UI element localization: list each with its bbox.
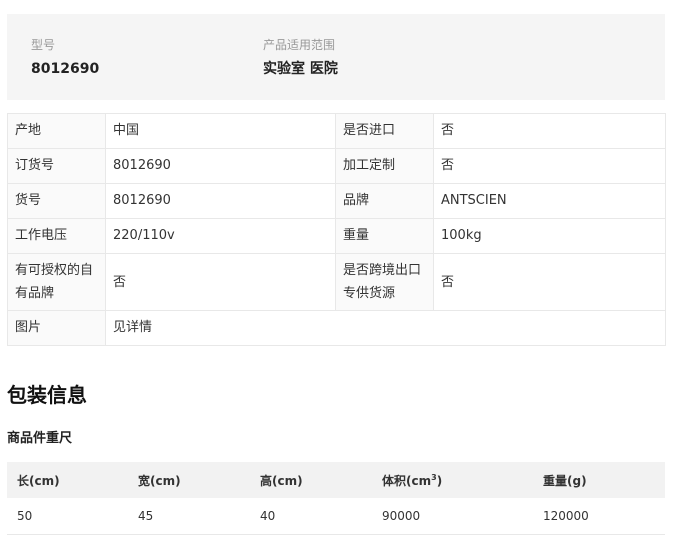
volume-header: 体积(cm3) <box>372 462 533 498</box>
spec-value: ANTSCIEN <box>433 183 666 219</box>
model-label: 型号 <box>31 38 56 52</box>
spec-value: 否 <box>433 113 666 149</box>
spec-key: 货号 <box>7 183 106 219</box>
spec-key: 重量 <box>335 218 434 254</box>
spec-key: 订货号 <box>7 148 106 184</box>
volume-header-close: ) <box>436 473 443 488</box>
height-cell: 40 <box>250 498 372 535</box>
spec-value: 否 <box>105 253 336 311</box>
spec-value: 220/110v <box>105 218 336 254</box>
spec-key: 图片 <box>7 310 106 346</box>
spec-key: 加工定制 <box>335 148 434 184</box>
volume-header-text: 体积(cm <box>382 473 432 488</box>
spec-table: 产地 中国 是否进口 否 订货号 8012690 加工定制 否 货号 80126… <box>7 113 666 346</box>
spec-row: 产地 中国 是否进口 否 <box>7 113 666 149</box>
packaging-table: 长(cm) 宽(cm) 高(cm) 体积(cm3) 重量(g) 50 45 40… <box>7 462 665 535</box>
weight-cell: 120000 <box>533 498 665 535</box>
spec-key: 有可授权的自有品牌 <box>7 253 106 311</box>
spec-row: 订货号 8012690 加工定制 否 <box>7 148 666 184</box>
spec-value: 8012690 <box>105 183 336 219</box>
table-row: 50 45 40 90000 120000 <box>7 498 665 535</box>
packaging-section-title: 包装信息 <box>7 383 87 407</box>
scope-label: 产品适用范围 <box>263 38 336 52</box>
product-detail-page: 型号 8012690 产品适用范围 实验室 医院 产地 中国 是否进口 否 订货… <box>0 0 679 551</box>
packaging-subtitle: 商品件重尺 <box>7 431 73 446</box>
spec-row: 工作电压 220/110v 重量 100kg <box>7 218 666 254</box>
spec-value: 否 <box>433 148 666 184</box>
model-summary: 型号 8012690 <box>31 38 99 77</box>
model-value: 8012690 <box>31 61 100 77</box>
spec-row: 图片 见详情 <box>7 310 666 346</box>
width-header: 宽(cm) <box>128 462 250 498</box>
weight-header: 重量(g) <box>533 462 665 498</box>
spec-value: 见详情 <box>105 310 666 346</box>
volume-cell: 90000 <box>372 498 533 535</box>
height-header: 高(cm) <box>250 462 372 498</box>
packaging-header-row: 长(cm) 宽(cm) 高(cm) 体积(cm3) 重量(g) <box>7 462 665 498</box>
spec-key: 品牌 <box>335 183 434 219</box>
spec-row: 有可授权的自有品牌 否 是否跨境出口专供货源 否 <box>7 253 666 311</box>
spec-value: 中国 <box>105 113 336 149</box>
spec-key: 工作电压 <box>7 218 106 254</box>
spec-value: 8012690 <box>105 148 336 184</box>
product-summary-panel: 型号 8012690 产品适用范围 实验室 医院 <box>7 14 665 100</box>
width-cell: 45 <box>128 498 250 535</box>
spec-row: 货号 8012690 品牌 ANTSCIEN <box>7 183 666 219</box>
spec-key: 是否进口 <box>335 113 434 149</box>
length-header: 长(cm) <box>7 462 128 498</box>
length-cell: 50 <box>7 498 128 535</box>
scope-value: 实验室 医院 <box>263 61 338 77</box>
spec-value: 否 <box>433 253 666 311</box>
spec-key: 是否跨境出口专供货源 <box>335 253 434 311</box>
scope-summary: 产品适用范围 实验室 医院 <box>263 38 338 77</box>
spec-key: 产地 <box>7 113 106 149</box>
spec-value: 100kg <box>433 218 666 254</box>
